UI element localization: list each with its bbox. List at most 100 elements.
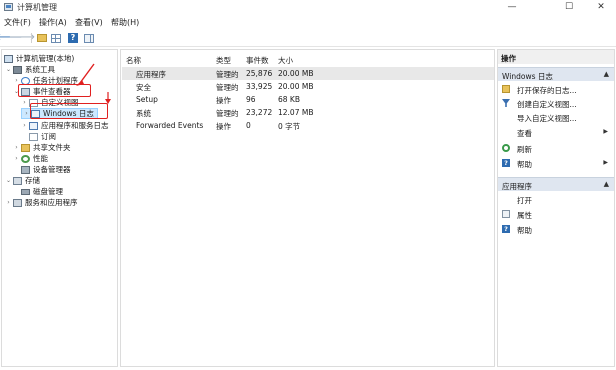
action-view[interactable]: 查看 ▶ — [498, 126, 614, 139]
cell-type: 管理的 — [216, 70, 239, 79]
toolbar-divider — [31, 33, 32, 43]
cell-size: 20.00 MB — [278, 69, 314, 78]
subscription-icon — [29, 132, 38, 141]
computer-icon — [4, 54, 13, 63]
expand-toggle-icon[interactable]: › — [21, 99, 28, 106]
expand-toggle-icon[interactable]: ⌄ — [5, 66, 12, 73]
log-list: 名称 类型 事件数 大小 应用程序 管理的 25,876 20.00 MB 安全… — [120, 49, 495, 367]
action-label: 帮助 — [517, 160, 532, 169]
action-label: 打开 — [517, 196, 532, 205]
column-header-name[interactable]: 名称 — [126, 55, 141, 66]
cell-name: Forwarded Events — [136, 121, 204, 130]
tree-item-label: 计算机管理(本地) — [16, 54, 75, 63]
tree-item-label: 共享文件夹 — [33, 143, 71, 152]
action-label: 帮助 — [517, 226, 532, 235]
filter-icon — [502, 99, 510, 107]
console-tree-icon — [51, 33, 61, 43]
action-open-saved-log[interactable]: 打开保存的日志... — [498, 83, 614, 96]
action-refresh[interactable]: 刷新 — [498, 142, 614, 155]
tree-item-services-apps[interactable]: › 服务和应用程序 — [5, 197, 78, 208]
show-hide-tree-button[interactable] — [50, 32, 62, 44]
cell-size: 12.07 MB — [278, 108, 314, 117]
column-header-count[interactable]: 事件数 — [246, 55, 269, 66]
cell-type: 管理的 — [216, 109, 239, 118]
menu-file[interactable]: 文件(F) — [4, 17, 31, 28]
cell-size: 68 KB — [278, 95, 300, 104]
expand-toggle-icon[interactable]: › — [13, 77, 20, 84]
collapse-icon[interactable]: ▲ — [604, 70, 609, 78]
submenu-arrow-icon: ▶ — [603, 159, 608, 166]
cell-type: 操作 — [216, 122, 231, 131]
tree-item-disk-management[interactable]: 磁盘管理 — [21, 186, 63, 197]
action-help-application[interactable]: ? 帮助 — [498, 223, 614, 236]
column-header-size[interactable]: 大小 — [278, 55, 293, 66]
action-help[interactable]: ? 帮助 ▶ — [498, 157, 614, 170]
actions-pane: 操作 Windows 日志 ▲ 打开保存的日志... 创建自定义视图... 导入… — [497, 49, 615, 367]
computer-management-icon — [4, 3, 13, 11]
tree-item-label: 应用程序和服务日志 — [41, 121, 109, 130]
tree-item-storage[interactable]: ⌄ 存储 — [5, 175, 40, 186]
title-bar: 计算机管理 — ☐ ✕ — [0, 0, 616, 15]
maximize-button[interactable]: ☐ — [554, 0, 584, 15]
show-hide-action-pane-button[interactable] — [83, 32, 95, 44]
table-row[interactable]: Forwarded Events 操作 0 0 字节 — [122, 119, 494, 132]
column-header-type[interactable]: 类型 — [216, 55, 231, 66]
table-row[interactable]: 安全 管理的 33,925 20.00 MB — [122, 80, 494, 93]
tree-item-computer-management[interactable]: 计算机管理(本地) — [4, 53, 74, 64]
window-title: 计算机管理 — [17, 3, 57, 12]
help-icon: ? — [502, 225, 510, 233]
blank-icon — [502, 128, 510, 136]
menu-action[interactable]: 操作(A) — [39, 17, 67, 28]
services-icon — [13, 198, 22, 207]
cell-count: 0 — [246, 121, 251, 130]
expand-toggle-icon[interactable]: › — [13, 155, 20, 162]
tree-item-label: 性能 — [33, 154, 48, 163]
close-button[interactable]: ✕ — [586, 0, 616, 15]
action-section-windows-logs[interactable]: Windows 日志 ▲ — [498, 67, 614, 81]
annotation-box-windows-logs — [30, 103, 108, 119]
expand-toggle-icon[interactable]: ⌄ — [5, 177, 12, 184]
forward-button[interactable]: 🡒 — [9, 32, 36, 44]
expand-toggle-icon[interactable]: › — [13, 144, 20, 151]
expand-toggle-icon[interactable]: › — [5, 199, 12, 206]
disk-icon — [21, 188, 30, 195]
tree-item-device-manager[interactable]: 设备管理器 — [21, 164, 71, 175]
table-row[interactable]: 应用程序 管理的 25,876 20.00 MB — [122, 67, 494, 80]
up-folder-button[interactable] — [36, 32, 48, 44]
table-row[interactable]: Setup 操作 96 68 KB — [122, 93, 494, 106]
tree-item-performance[interactable]: › 性能 — [13, 153, 48, 164]
cell-name: 系统 — [136, 109, 151, 118]
tree-item-system-tools[interactable]: ⌄ 系统工具 — [5, 64, 55, 75]
expand-toggle-icon[interactable]: › — [23, 110, 30, 117]
action-label: 刷新 — [517, 145, 532, 154]
tree-item-label: 服务和应用程序 — [25, 198, 78, 207]
cell-name: Setup — [136, 95, 158, 104]
action-import-custom-view[interactable]: 导入自定义视图... — [498, 111, 614, 124]
toolbar: 🡐 🡒 ? — [0, 29, 616, 47]
performance-icon — [21, 154, 30, 163]
shared-folder-icon — [21, 143, 30, 152]
tree-item-label: 订阅 — [41, 132, 56, 141]
help-button[interactable]: ? — [67, 32, 79, 44]
tools-icon — [13, 65, 22, 74]
tree-item-app-service-logs[interactable]: › 应用程序和服务日志 — [21, 120, 109, 131]
tree-item-shared-folders[interactable]: › 共享文件夹 — [13, 142, 71, 153]
minimize-button[interactable]: — — [497, 0, 527, 15]
action-label: 打开保存的日志... — [517, 86, 577, 95]
action-label: 创建自定义视图... — [517, 100, 577, 109]
menu-help[interactable]: 帮助(H) — [111, 17, 139, 28]
log-icon — [29, 121, 38, 130]
tree-item-subscriptions[interactable]: 订阅 — [29, 131, 56, 142]
tree-item-label: 系统工具 — [25, 65, 55, 74]
collapse-icon[interactable]: ▲ — [604, 180, 609, 188]
actions-header: 操作 — [498, 50, 614, 64]
action-open[interactable]: 打开 — [498, 193, 614, 206]
action-section-application[interactable]: 应用程序 ▲ — [498, 177, 614, 191]
tree-item-label: 磁盘管理 — [33, 187, 63, 196]
action-properties[interactable]: 属性 — [498, 208, 614, 221]
expand-toggle-icon[interactable]: › — [21, 122, 28, 129]
action-create-custom-view[interactable]: 创建自定义视图... — [498, 97, 614, 110]
menu-view[interactable]: 查看(V) — [75, 17, 103, 28]
refresh-icon — [502, 144, 510, 152]
table-row[interactable]: 系统 管理的 23,272 12.07 MB — [122, 106, 494, 119]
